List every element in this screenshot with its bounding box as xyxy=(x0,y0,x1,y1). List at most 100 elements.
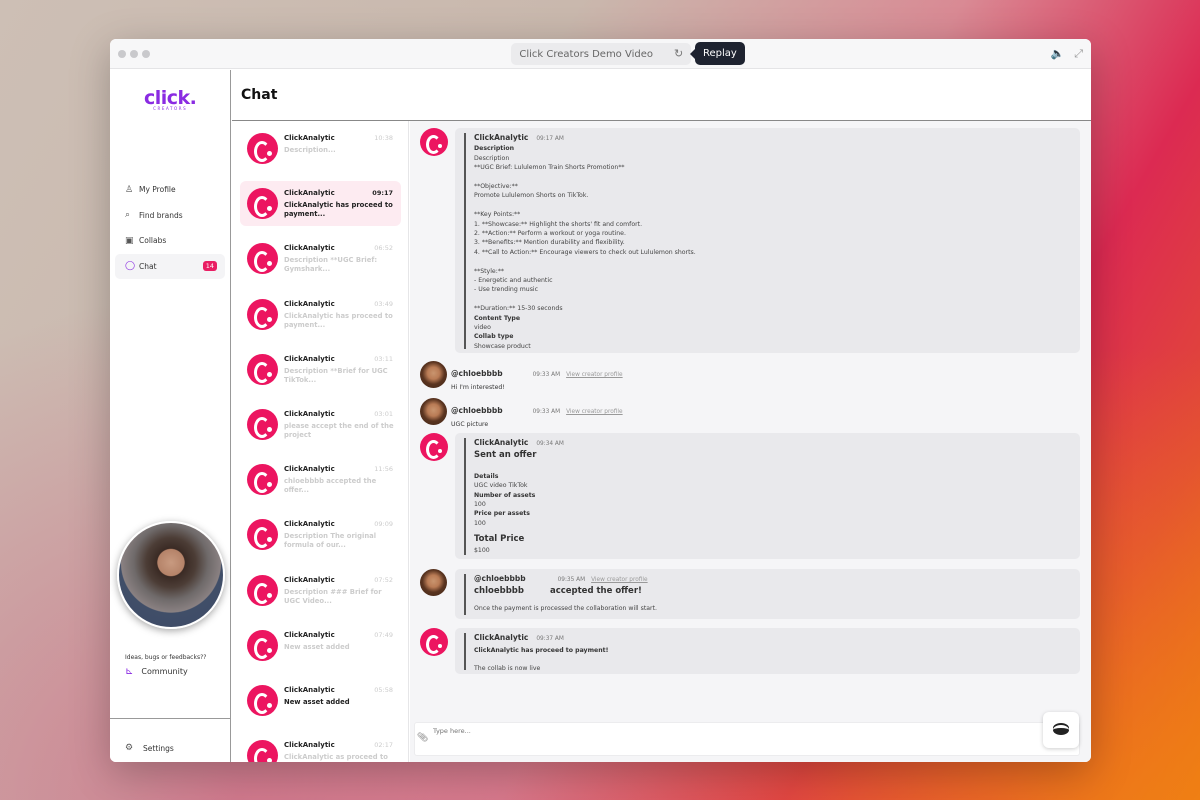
clickanalytic-avatar xyxy=(247,353,278,385)
video-title: Click Creators Demo Video xyxy=(511,43,691,65)
message-bubble: ClickAnalytic 09:17 AM Description Descrip… xyxy=(455,128,1080,353)
volume-icon[interactable]: 🔈 xyxy=(1050,47,1064,61)
message-bubble: ClickAnalytic 09:37 AM ClickAnalytic has … xyxy=(455,628,1080,674)
community-icon: ⊾ xyxy=(125,666,134,677)
conversation-item[interactable]: ClickAnalytic 07:49 New asset added xyxy=(240,623,401,668)
conversation-item[interactable]: ClickAnalytic 02:17 ClickAnalytic as proce… xyxy=(240,733,401,762)
sidebar-item-chat[interactable]: ◯ Chat 14 xyxy=(115,253,225,279)
conversation-time: 11:56 xyxy=(374,465,393,474)
sidebar-item-label: My Profile xyxy=(139,185,176,194)
minimize-dot-icon[interactable] xyxy=(130,50,138,58)
assets-label: Number of assets xyxy=(474,491,536,499)
conversation-preview: Description **Brief for UGC TikTok... xyxy=(284,366,388,384)
brief-line: Collab type xyxy=(474,333,514,341)
conversation-item[interactable]: ClickAnalytic 10:38 Description... xyxy=(240,126,401,171)
brief-line: Description xyxy=(474,145,515,153)
clickanalytic-avatar xyxy=(247,409,278,440)
brief-line xyxy=(474,173,1070,182)
conversation-item[interactable]: ClickAnalytic 06:52 Description **UGC Brie… xyxy=(240,236,401,281)
gear-icon: ⚙ xyxy=(125,743,134,753)
conversation-item[interactable]: ClickAnalytic 03:11 Description **Brief fo… xyxy=(240,347,401,392)
logout-button[interactable]: ⏻ Logout xyxy=(125,760,174,762)
brief-line: **Duration:** 15-30 seconds xyxy=(474,305,563,313)
conversation-item[interactable]: ClickAnalytic 03:01 please accept the end … xyxy=(240,402,401,447)
sidebar-item-my-profile[interactable]: ♙ My Profile xyxy=(115,177,225,202)
conversation-time: 06:52 xyxy=(374,244,393,253)
offer-heading: Sent an offer xyxy=(474,450,537,461)
clickanalytic-avatar xyxy=(247,740,278,762)
message-time: 09:33 AM xyxy=(532,409,561,415)
message-time: 09:33 AM xyxy=(532,372,561,378)
community-link[interactable]: ⊾ Community xyxy=(125,666,188,677)
brief-line: Content Type xyxy=(474,314,521,322)
message-sender: @chloebbbb xyxy=(474,574,526,583)
close-dot-icon[interactable] xyxy=(118,50,126,58)
brief-line xyxy=(474,257,1070,266)
view-creator-profile-link[interactable]: View creator profile xyxy=(566,372,623,378)
collabs-icon: ▣ xyxy=(125,235,134,246)
chloebbbb-avatar[interactable] xyxy=(420,569,447,596)
conversation-name: ClickAnalytic xyxy=(284,741,335,750)
message-note: The collab is now live xyxy=(474,664,541,672)
view-creator-profile-link[interactable]: View creator profile xyxy=(566,409,623,415)
view-creator-profile-link[interactable]: View creator profile xyxy=(591,577,648,583)
conversation-name: ClickAnalytic xyxy=(284,630,335,639)
conversation-preview: New asset added xyxy=(284,642,350,651)
sidebar: click. CREATORS ♙ My Profile ⌕ Find bran… xyxy=(110,70,231,762)
community-label: Community xyxy=(141,667,188,676)
sidebar-item-collabs[interactable]: ▣ Collabs xyxy=(115,228,225,253)
message-bubble: @chloebbbb 09:35 AM View creator profile c… xyxy=(455,569,1080,619)
maximize-dot-icon[interactable] xyxy=(142,50,150,58)
details-label: Details xyxy=(474,472,499,480)
sidebar-divider xyxy=(110,718,230,719)
logo[interactable]: click. CREATORS xyxy=(144,87,197,111)
conversation-item[interactable]: ClickAnalytic 09:09 Description The origin… xyxy=(240,512,401,557)
conversation-time: 09:17 xyxy=(372,189,393,198)
conversation-list: ClickAnalytic 10:38 Description... ClickAna… xyxy=(232,121,409,762)
message-sender: ClickAnalytic xyxy=(474,438,529,447)
brief-line: 1. **Showcase:** Highlight the shorts' f… xyxy=(474,220,643,228)
message-brief: ClickAnalytic 09:17 AM Description Descrip… xyxy=(418,128,1080,353)
conversation-preview: ClickAnalytic as proceed to xyxy=(284,753,388,762)
send-button[interactable] xyxy=(1043,712,1079,748)
message-text: UGC picture xyxy=(451,421,489,428)
details-value: UGC video TikTok xyxy=(474,482,528,490)
paperclip-icon[interactable]: 📎︎ xyxy=(417,733,428,743)
conversation-name: ClickAnalytic xyxy=(284,465,335,474)
brief-line: - Energetic and authentic xyxy=(474,277,553,285)
conversation-preview: Description ### Brief for UGC Video... xyxy=(284,587,382,605)
user-icon: ♙ xyxy=(125,184,134,195)
message-offer: ClickAnalytic 09:34 AM Sent an offer Deta… xyxy=(418,433,1080,559)
replay-button[interactable]: Replay xyxy=(690,42,745,65)
sidebar-item-find-brands[interactable]: ⌕ Find brands xyxy=(115,203,225,228)
conversation-time: 09:09 xyxy=(374,520,393,529)
message-time: 09:17 AM xyxy=(536,136,564,142)
chloebbbb-avatar[interactable] xyxy=(420,361,447,388)
conversation-item[interactable]: ClickAnalytic 07:52 Description ### Brief … xyxy=(240,568,401,613)
conversation-preview: ClickAnalytic has proceed to payment... xyxy=(284,201,393,219)
clickanalytic-avatar xyxy=(247,629,278,661)
clickanalytic-avatar xyxy=(247,574,278,606)
accepted-action: accepted the offer! xyxy=(549,586,642,597)
brief-line: 3. **Benefits:** Mention durability and … xyxy=(474,239,625,247)
clickanalytic-avatar xyxy=(420,628,448,656)
clickanalytic-avatar xyxy=(247,188,278,220)
conversation-item[interactable]: ClickAnalytic 09:17 ClickAnalytic has proc… xyxy=(240,181,401,227)
conversation-item[interactable]: ClickAnalytic 11:56 chloebbbb accepted the… xyxy=(240,457,401,502)
conversation-name: ClickAnalytic xyxy=(284,189,335,198)
clickanalytic-avatar xyxy=(247,464,278,496)
conversation-time: 02:17 xyxy=(374,741,393,750)
conversation-preview: Description... xyxy=(284,146,336,154)
chat-header: Chat xyxy=(232,70,1091,121)
clickanalytic-avatar xyxy=(247,243,278,275)
expand-icon[interactable]: ⤢ xyxy=(1074,47,1083,61)
chloebbbb-avatar[interactable] xyxy=(420,398,447,425)
conversation-item[interactable]: ClickAnalytic 05:58 New asset added xyxy=(240,678,401,723)
reload-icon[interactable]: ↻ xyxy=(674,47,683,60)
message-input[interactable] xyxy=(433,727,1031,735)
chat-icon: ◯ xyxy=(125,261,136,271)
settings-button[interactable]: ⚙ Settings xyxy=(125,736,174,760)
page-title: Chat xyxy=(241,87,278,103)
message-interest: @chloebbbb 09:33 AM View creator profile H… xyxy=(418,361,1080,391)
conversation-item[interactable]: ClickAnalytic 03:49 ClickAnalytic has proc… xyxy=(240,292,401,337)
